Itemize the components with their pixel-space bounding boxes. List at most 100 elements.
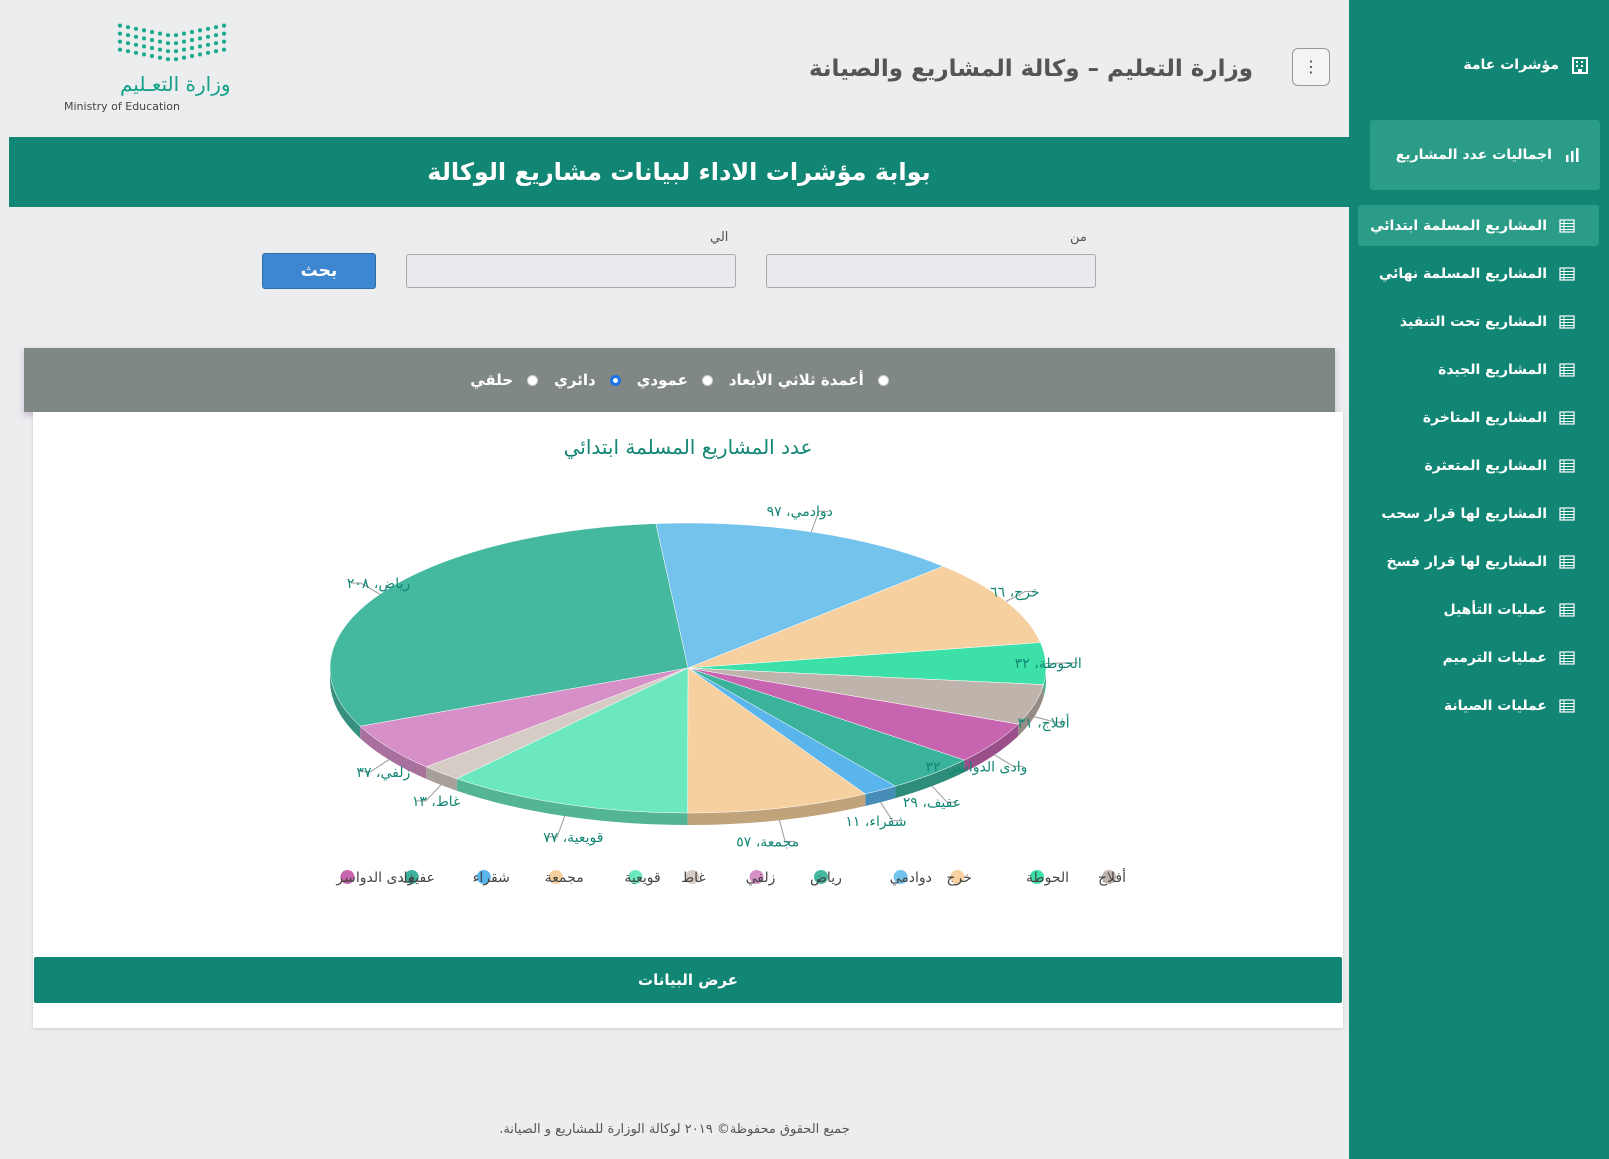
logo-dot: [141, 36, 147, 41]
legend-label: مجمعة: [545, 870, 584, 886]
header: وزارة التعـليم Ministry of Education وزا…: [0, 0, 1349, 135]
legend-label: أفلاج: [1098, 868, 1126, 886]
sidebar-item-label: مؤشرات عامة: [1463, 57, 1559, 73]
logo-dot: [133, 42, 139, 47]
ministry-logo: وزارة التعـليم Ministry of Education: [58, 20, 238, 120]
sidebar-item-label: المشاريع المسلمة نهائي: [1378, 265, 1547, 282]
table-icon: [1559, 506, 1575, 521]
pie-chart: عدد المشاريع المسلمة ابتدائي دوادمي، ٩٧ خر…: [329, 435, 1126, 886]
legend-item[interactable]: شقراء: [473, 870, 510, 886]
sidebar-item-label: عمليات الترميم: [1442, 649, 1547, 666]
logo-dot: [173, 49, 179, 54]
portal-banner: بوابة مؤشرات الاداء لبيانات مشاريع الوكا…: [9, 137, 1349, 207]
logo-dot: [197, 44, 203, 49]
sidebar-item-label: المشاريع الجيدة: [1438, 361, 1547, 378]
legend-item[interactable]: غاط: [681, 870, 706, 886]
radio-label: حلقي: [470, 371, 514, 389]
view-data-button[interactable]: عرض البيانات: [34, 957, 1342, 1003]
from-date-input[interactable]: [766, 254, 1096, 288]
sidebar-item-9[interactable]: عمليات الترميم: [1358, 637, 1599, 678]
logo-dot: [157, 31, 163, 36]
legend-item[interactable]: مجمعة: [545, 870, 584, 886]
logo-dot: [205, 26, 211, 31]
logo-dot: [165, 41, 171, 46]
logo-dot: [149, 53, 155, 59]
sidebar-item-label: عمليات الصيانة: [1443, 697, 1547, 714]
radio-pie[interactable]: دائري: [554, 371, 621, 389]
logo-dot: [189, 37, 195, 43]
radio-dot[interactable]: [609, 374, 621, 386]
logo-arabic-text: وزارة التعـليم: [120, 72, 231, 96]
sidebar-item-0[interactable]: المشاريع المسلمة ابتدائي: [1358, 205, 1599, 246]
footer-copyright: جميع الحقوق محفوظة© ٢٠١٩ لوكالة الوزارة …: [499, 1122, 850, 1137]
menu-button[interactable]: ⋮: [1292, 48, 1330, 86]
bar-chart-icon: [1566, 148, 1579, 162]
to-date-input[interactable]: [406, 254, 736, 288]
logo-dot: [181, 31, 187, 36]
table-icon: [1559, 218, 1575, 233]
search-button[interactable]: بحث: [262, 253, 376, 289]
table-icon: [1559, 458, 1575, 473]
legend-item[interactable]: خرج: [946, 870, 972, 886]
sidebar-item-4[interactable]: المشاريع المتاخرة: [1358, 397, 1599, 438]
table-icon: [1559, 602, 1575, 617]
logo-dot: [133, 34, 139, 39]
legend-label: الحوطة: [1026, 870, 1069, 886]
logo-dot: [125, 33, 131, 38]
logo-dot: [133, 50, 139, 55]
radio-3d-columns[interactable]: أعمدة ثلاثي الأبعاد: [729, 371, 889, 389]
logo-english-text: Ministry of Education: [64, 100, 181, 113]
logo-dot: [125, 41, 131, 46]
pie-data-label: خرج، ٦٦: [990, 584, 1039, 600]
sidebar-item-10[interactable]: عمليات الصيانة: [1358, 685, 1599, 726]
sidebar-item-6[interactable]: المشاريع لها قرار سحب: [1358, 493, 1599, 534]
legend-item[interactable]: قويعية: [624, 870, 661, 886]
sidebar-item-3[interactable]: المشاريع الجيدة: [1358, 349, 1599, 390]
table-icon: [1559, 410, 1575, 425]
pie-data-label: دوادمي، ٩٧: [767, 504, 833, 520]
logo-dot: [149, 45, 155, 51]
chart-type-selector: أعمدة ثلاثي الأبعاد عمودي دائري حلقي: [24, 348, 1335, 412]
logo-dot: [189, 53, 195, 59]
logo-dot: [165, 49, 171, 54]
sidebar-item-project-totals[interactable]: اجماليات عدد المشاريع: [1370, 120, 1600, 190]
radio-dot[interactable]: [527, 374, 539, 386]
legend-label: وادى الدواسر: [335, 870, 414, 886]
logo-dot: [157, 55, 163, 60]
logo-dot: [157, 47, 163, 52]
chart-card: عدد المشاريع المسلمة ابتدائي دوادمي، ٩٧ خر…: [33, 412, 1343, 1028]
pie-data-label: زلفي، ٣٧: [357, 765, 411, 781]
radio-vertical[interactable]: عمودي: [637, 371, 713, 389]
sidebar-item-2[interactable]: المشاريع تحت التنفيذ: [1358, 301, 1599, 342]
legend-item[interactable]: وادى الدواسر: [335, 870, 414, 886]
logo-dot: [149, 29, 155, 35]
logo-dot: [181, 39, 187, 44]
sidebar-item-label: عمليات التأهيل: [1443, 601, 1547, 618]
sidebar-item-1[interactable]: المشاريع المسلمة نهائي: [1358, 253, 1599, 294]
logo-dot: [133, 26, 139, 31]
radio-donut[interactable]: حلقي: [470, 371, 539, 389]
logo-dot: [197, 52, 203, 57]
logo-dot: [117, 39, 123, 44]
legend-item[interactable]: الحوطة: [1026, 870, 1069, 886]
logo-dot: [117, 47, 123, 52]
legend-item[interactable]: رياض: [810, 870, 842, 886]
legend-item[interactable]: أفلاج: [1098, 868, 1126, 886]
logo-dot: [173, 57, 179, 62]
legend-label: قويعية: [624, 870, 660, 886]
table-icon: [1559, 266, 1575, 281]
sidebar-item-5[interactable]: المشاريع المتعثرة: [1358, 445, 1599, 486]
logo-dot: [173, 33, 179, 38]
logo-dot: [157, 39, 163, 44]
legend-label: دوادمي: [890, 870, 932, 886]
legend-item[interactable]: زلفي: [746, 870, 776, 886]
sidebar-item-7[interactable]: المشاريع لها قرار فسخ: [1358, 541, 1599, 582]
app-title: وزارة التعليم – وكالة المشاريع والصيانة: [808, 56, 1253, 82]
pie-data-label: مجمعة، ٥٧: [736, 834, 799, 850]
radio-dot[interactable]: [701, 374, 713, 386]
radio-dot[interactable]: [877, 374, 889, 386]
sidebar-item-general-indicators[interactable]: مؤشرات عامة: [1463, 56, 1589, 74]
sidebar-item-8[interactable]: عمليات التأهيل: [1358, 589, 1599, 630]
legend-item[interactable]: دوادمي: [890, 870, 932, 886]
chart-legend: أفلاج الحوطة خرج دوادمي رياض زلفي غاط قويعية مجم…: [335, 868, 1126, 886]
